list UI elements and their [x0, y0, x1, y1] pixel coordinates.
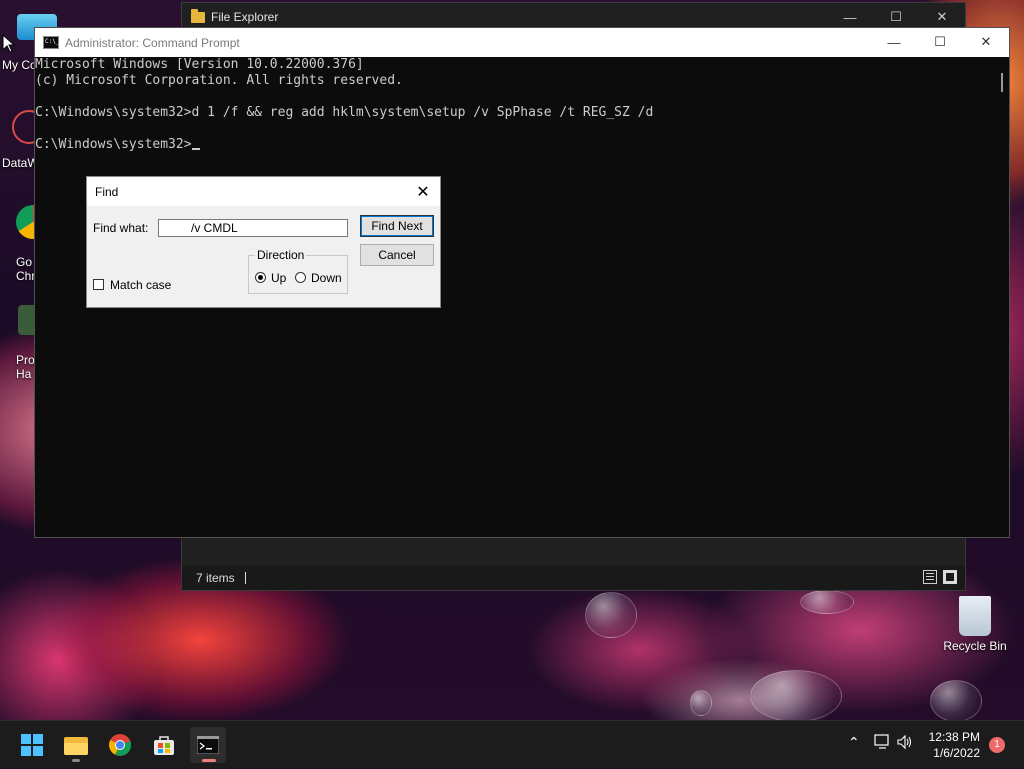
chevron-up-icon[interactable]: ⌃ [848, 734, 860, 751]
desktop-icon-label: Recycle Bin [943, 639, 1007, 653]
direction-up-radio[interactable] [255, 272, 266, 283]
match-case-label: Match case [110, 278, 172, 292]
notification-badge[interactable]: 1 [989, 737, 1005, 753]
folder-icon [191, 8, 205, 23]
close-button[interactable]: ✕ [963, 28, 1009, 56]
large-icons-view-icon[interactable] [943, 570, 957, 584]
wallpaper-bubble [930, 680, 982, 720]
direction-group: Direction Up Down [248, 248, 348, 294]
running-indicator [72, 759, 80, 762]
console-scrollbar[interactable] [1001, 73, 1003, 92]
cmd-title: Administrator: Command Prompt [65, 35, 240, 50]
console-line: C:\Windows\system32>d 1 /f && reg add hk… [35, 105, 654, 120]
find-dialog[interactable]: Find ✕ Find what: /v CMDL Find Next Canc… [86, 176, 441, 308]
cancel-button[interactable]: Cancel [360, 244, 434, 266]
direction-down-label: Down [311, 271, 342, 285]
desktop-icon-recycle-bin[interactable]: Recycle Bin [940, 596, 1010, 653]
find-dialog-titlebar[interactable]: Find ✕ [87, 177, 440, 206]
desktop-icon-label: Pro Ha [16, 353, 35, 381]
text-cursor [191, 148, 200, 150]
console-prompt-line: C:\Windows\system32> [35, 137, 1009, 153]
taskbar-microsoft-store[interactable] [146, 727, 182, 763]
mouse-pointer-icon [2, 34, 16, 53]
recycle-bin-icon [959, 596, 991, 636]
status-separator [244, 572, 246, 584]
command-prompt-icon [197, 736, 219, 754]
start-button[interactable] [14, 727, 50, 763]
direction-down-radio[interactable] [295, 272, 306, 283]
match-case-checkbox[interactable] [93, 279, 104, 290]
system-tray: ⌃ 12:38 PM 1/6/2022 1 [824, 721, 1024, 769]
wallpaper-bubble [585, 592, 637, 638]
taskbar-command-prompt[interactable] [190, 727, 226, 763]
console-line: (c) Microsoft Corporation. All rights re… [35, 73, 403, 88]
minimize-button[interactable]: — [871, 28, 917, 56]
find-dialog-title: Find [95, 184, 119, 199]
chrome-icon [109, 734, 131, 756]
find-next-button[interactable]: Find Next [360, 215, 434, 237]
command-prompt-icon [43, 36, 59, 49]
direction-up-label: Up [271, 271, 287, 285]
console-prompt: C:\Windows\system32> [35, 137, 192, 152]
explorer-statusbar: 7 items [182, 566, 965, 590]
details-view-icon[interactable] [923, 570, 937, 584]
desktop-icon-label: Go Chr [16, 255, 36, 283]
taskbar-chrome[interactable] [102, 727, 138, 763]
start-icon [21, 734, 43, 756]
taskbar: ⌃ 12:38 PM 1/6/2022 1 [0, 720, 1024, 768]
clock-time: 12:38 PM [928, 730, 980, 744]
console-line: Microsoft Windows [Version 10.0.22000.37… [35, 57, 364, 72]
wallpaper-bubble [690, 690, 712, 716]
item-count: 7 items [196, 571, 235, 585]
clock[interactable]: 12:38 PM 1/6/2022 [929, 729, 980, 761]
cmd-titlebar[interactable]: Administrator: Command Prompt — ☐ ✕ [35, 28, 1009, 57]
maximize-button[interactable]: ☐ [917, 28, 963, 56]
network-icon[interactable] [874, 734, 892, 750]
volume-icon[interactable] [896, 734, 914, 750]
close-icon[interactable]: ✕ [412, 181, 434, 203]
wallpaper-bubble [800, 590, 854, 614]
wallpaper-bubble [750, 670, 842, 720]
taskbar-file-explorer[interactable] [58, 727, 94, 763]
clock-date: 1/6/2022 [933, 746, 980, 760]
direction-label: Direction [255, 248, 307, 262]
microsoft-store-icon [154, 736, 174, 755]
find-what-label: Find what: [93, 221, 149, 235]
active-indicator [202, 759, 216, 762]
explorer-title: File Explorer [211, 10, 279, 24]
find-what-input[interactable]: /v CMDL [158, 219, 348, 237]
file-explorer-icon [64, 737, 88, 755]
